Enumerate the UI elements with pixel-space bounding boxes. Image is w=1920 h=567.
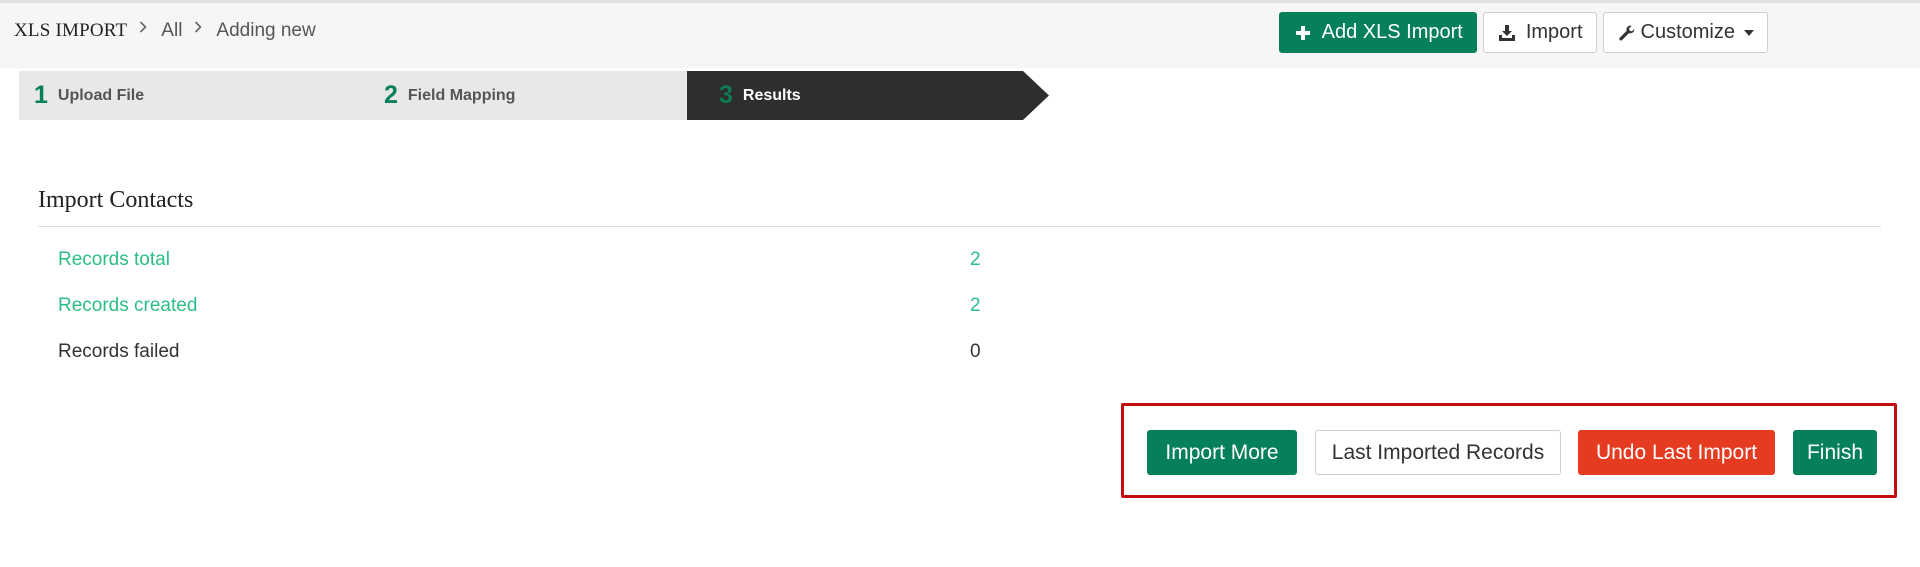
stat-row-records-failed: Records failed 0 [58, 341, 998, 371]
step-label: Upload File [57, 86, 145, 104]
stat-row-records-created[interactable]: Records created 2 [58, 295, 998, 325]
step-results: 3 Results [719, 71, 801, 120]
customize-label: Customize [1640, 21, 1735, 43]
page-header: XLS IMPORT All Adding new Add XLS Import… [0, 0, 1920, 68]
step-label: Results [742, 86, 801, 104]
stat-value[interactable]: 2 [970, 249, 981, 271]
breadcrumb-root[interactable]: XLS IMPORT [14, 20, 127, 42]
stat-row-records-total[interactable]: Records total 2 [58, 249, 998, 279]
caret-down-icon [1744, 29, 1754, 36]
finish-button[interactable]: Finish [1793, 430, 1877, 475]
section-divider [38, 226, 1881, 227]
stat-value: 0 [970, 341, 981, 362]
plus-icon [1293, 23, 1313, 43]
stat-label: Records failed [58, 341, 180, 362]
breadcrumb-all[interactable]: All [161, 20, 182, 42]
step-field-mapping: 2 Field Mapping [384, 71, 515, 120]
step-number: 1 [34, 81, 48, 109]
step-number: 3 [719, 81, 733, 109]
chevron-right-icon [139, 20, 147, 36]
stat-label[interactable]: Records created [58, 295, 197, 317]
customize-dropdown-button[interactable]: Customize [1602, 12, 1768, 53]
download-icon [1497, 23, 1517, 43]
undo-last-import-button[interactable]: Undo Last Import [1578, 430, 1775, 475]
stat-value[interactable]: 2 [970, 295, 981, 317]
stat-label[interactable]: Records total [58, 249, 170, 271]
breadcrumb: XLS IMPORT All Adding new [14, 17, 316, 45]
import-label: Import [1525, 21, 1583, 43]
add-xls-import-button[interactable]: Add XLS Import [1278, 12, 1477, 53]
step-label: Field Mapping [407, 86, 516, 104]
section-title: Import Contacts [38, 187, 194, 213]
wrench-icon [1617, 23, 1637, 43]
import-more-button[interactable]: Import More [1147, 430, 1297, 475]
import-button[interactable]: Import [1482, 12, 1597, 53]
add-xls-import-label: Add XLS Import [1321, 21, 1463, 43]
breadcrumb-current: Adding new [216, 20, 316, 41]
header-toolbar: Add XLS Import Import Customize [1278, 12, 1768, 53]
step-upload-file: 1 Upload File [34, 71, 144, 120]
chevron-right-icon [194, 20, 203, 36]
last-imported-records-button[interactable]: Last Imported Records [1315, 430, 1561, 475]
import-steps: 1 Upload File 2 Field Mapping 3 Results [19, 71, 1049, 120]
step-number: 2 [384, 81, 398, 109]
